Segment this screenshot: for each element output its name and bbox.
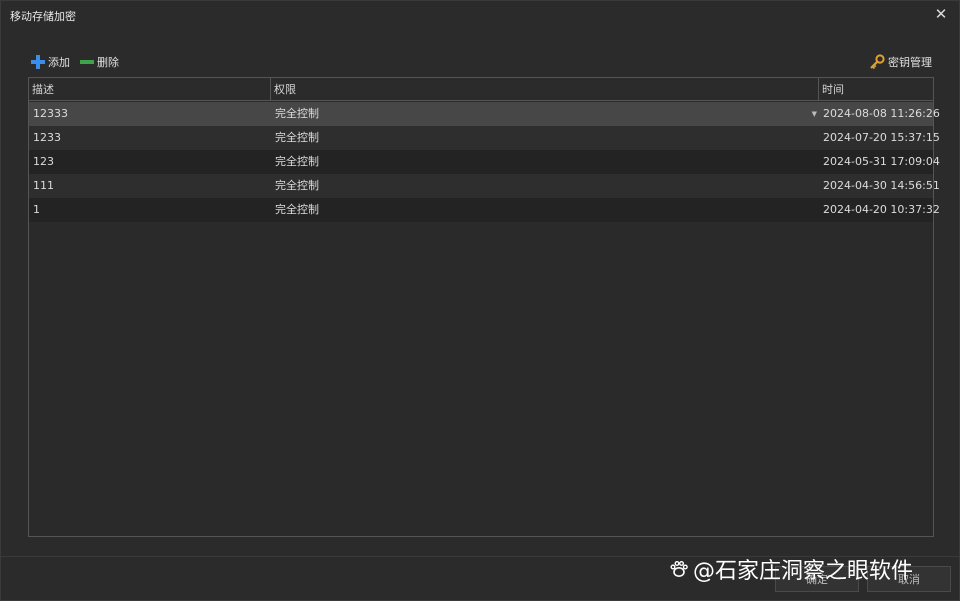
row-time: 2024-05-31 17:09:04 xyxy=(823,155,940,168)
row-description: 12333 xyxy=(33,107,68,120)
delete-button[interactable]: 删除 xyxy=(80,54,119,70)
table-body: 12333 完全控制 ▼ 2024-08-08 11:26:26 1233 完全… xyxy=(29,102,940,222)
row-time: 2024-08-08 11:26:26 xyxy=(823,107,940,120)
dialog-window: 移动存储加密 ✕ 添加 删除 密钥管理 描述 权限 时间 12333 完全控制 … xyxy=(0,0,960,601)
close-icon: ✕ xyxy=(934,5,948,23)
add-button[interactable]: 添加 xyxy=(31,54,70,70)
row-permission: 完全控制 xyxy=(275,155,319,168)
table-row[interactable]: 111 完全控制 2024-04-30 14:56:51 xyxy=(29,174,940,198)
chevron-down-icon[interactable]: ▼ xyxy=(812,102,817,126)
row-permission: 完全控制 xyxy=(275,179,319,192)
plus-icon xyxy=(31,55,45,69)
key-icon xyxy=(870,54,885,70)
row-time: 2024-04-20 10:37:32 xyxy=(823,203,940,216)
row-description: 1233 xyxy=(33,131,61,144)
add-button-label: 添加 xyxy=(48,56,70,69)
row-permission: 完全控制 xyxy=(275,107,319,120)
paw-icon xyxy=(670,561,688,577)
row-permission-dropdown[interactable]: 完全控制 ▼ xyxy=(271,102,819,126)
close-button[interactable]: ✕ xyxy=(933,6,949,22)
row-description: 111 xyxy=(33,179,54,192)
row-permission: 完全控制 xyxy=(275,131,319,144)
table-header: 描述 权限 时间 xyxy=(29,78,933,101)
key-management-button[interactable]: 密钥管理 xyxy=(869,54,932,70)
key-management-label: 密钥管理 xyxy=(888,56,932,69)
table-row[interactable]: 1 完全控制 2024-04-20 10:37:32 xyxy=(29,198,940,222)
row-description: 123 xyxy=(33,155,54,168)
row-description: 1 xyxy=(33,203,40,216)
row-time: 2024-07-20 15:37:15 xyxy=(823,131,940,144)
column-header-time[interactable]: 时间 xyxy=(819,78,933,101)
row-time: 2024-04-30 14:56:51 xyxy=(823,179,940,192)
table-row[interactable]: 1233 完全控制 2024-07-20 15:37:15 xyxy=(29,126,940,150)
column-header-description[interactable]: 描述 xyxy=(29,78,271,101)
delete-button-label: 删除 xyxy=(97,56,119,69)
title-bar: 移动存储加密 ✕ xyxy=(1,1,959,29)
minus-icon xyxy=(80,60,94,64)
row-permission: 完全控制 xyxy=(275,203,319,216)
column-header-permission[interactable]: 权限 xyxy=(271,78,819,101)
table-row[interactable]: 123 完全控制 2024-05-31 17:09:04 xyxy=(29,150,940,174)
encryption-table: 描述 权限 时间 12333 完全控制 ▼ 2024-08-08 11:26:2… xyxy=(28,77,940,537)
table-row[interactable]: 12333 完全控制 ▼ 2024-08-08 11:26:26 xyxy=(29,102,940,126)
watermark: @石家庄洞察之眼软件 xyxy=(669,554,913,584)
window-title: 移动存储加密 xyxy=(10,10,76,23)
watermark-text: @石家庄洞察之眼软件 xyxy=(693,559,914,584)
